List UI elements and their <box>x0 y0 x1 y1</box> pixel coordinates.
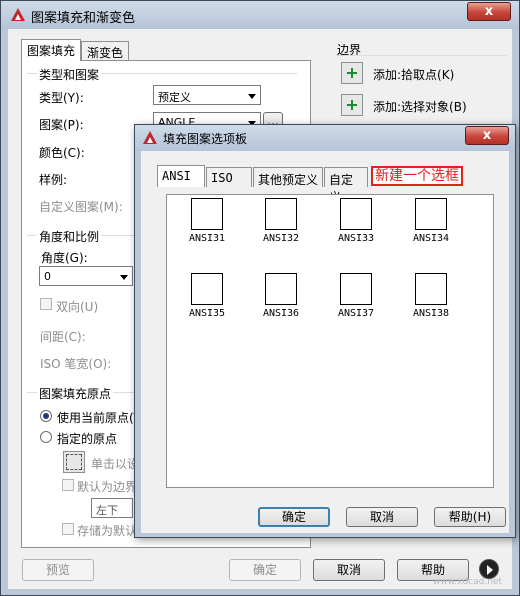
main-ok-button[interactable]: 确定 <box>229 559 301 581</box>
tab-custom[interactable]: 自定义 <box>324 167 368 204</box>
tab-other-predefined[interactable]: 其他预定义 <box>253 167 323 187</box>
set-origin-button[interactable] <box>63 451 85 473</box>
tab-gradient[interactable]: 渐变色 <box>81 41 130 61</box>
hatch-swatch <box>265 198 297 230</box>
pattern-name: ANSI34 <box>412 233 450 244</box>
pattern-name: ANSI33 <box>337 233 375 244</box>
pattern-name: ANSI37 <box>337 308 375 319</box>
double-checkbox[interactable] <box>40 298 52 310</box>
add-select-objects-button[interactable] <box>341 94 363 116</box>
watermark-text: www.xdcad.net <box>433 577 502 587</box>
add-pick-points-label: 添加:拾取点(K) <box>373 68 455 82</box>
plus-icon <box>347 68 357 78</box>
type-pattern-title: 类型和图案 <box>37 66 102 83</box>
pattern-name: ANSI35 <box>188 308 226 319</box>
angle-combo[interactable]: 0 <box>39 266 133 286</box>
main-title: 图案填充和渐变色 <box>31 11 136 26</box>
pattern-ansi36[interactable]: ANSI36 <box>251 273 311 319</box>
pattern-label: 图案(P): <box>39 118 84 132</box>
color-label: 颜色(C): <box>39 146 85 160</box>
pattern-ansi31[interactable]: ANSI31 <box>177 198 237 244</box>
double-label: 双向(U) <box>56 300 99 314</box>
hatch-swatch <box>340 198 372 230</box>
hatch-swatch <box>265 273 297 305</box>
more-options-icon[interactable] <box>479 559 499 579</box>
type-label: 类型(Y): <box>39 91 84 105</box>
tab-iso[interactable]: ISO <box>206 167 252 187</box>
custom-pattern-label: 自定义图案(M): <box>39 200 123 214</box>
plus-icon <box>347 100 357 110</box>
main-close-button[interactable]: x <box>467 2 511 21</box>
sample-label: 样例: <box>39 173 68 187</box>
palette-ok-button[interactable]: 确定 <box>258 507 330 527</box>
angle-scale-title: 角度和比例 <box>37 228 102 245</box>
hatch-swatch <box>415 198 447 230</box>
boundary-group <box>335 55 507 56</box>
tab-ansi[interactable]: ANSI <box>157 165 205 187</box>
iso-pen-label: ISO 笔宽(O): <box>40 357 112 371</box>
add-select-objects-label: 添加:选择对象(B) <box>373 100 467 114</box>
angle-value: 0 <box>44 270 51 283</box>
hatch-swatch <box>340 273 372 305</box>
pattern-name: ANSI32 <box>262 233 300 244</box>
hatch-swatch <box>415 273 447 305</box>
origin-title: 图案填充原点 <box>37 385 114 402</box>
add-pick-points-button[interactable] <box>341 62 363 84</box>
palette-title: 填充图案选项板 <box>163 132 248 146</box>
autocad-logo-icon <box>11 8 25 22</box>
palette-close-button[interactable]: x <box>465 126 509 145</box>
pattern-name: ANSI36 <box>262 308 300 319</box>
pattern-ansi37[interactable]: ANSI37 <box>326 273 386 319</box>
type-combo[interactable]: 预定义 <box>153 85 261 105</box>
pattern-ansi32[interactable]: ANSI32 <box>251 198 311 244</box>
hatch-swatch <box>191 273 223 305</box>
pattern-ansi34[interactable]: ANSI34 <box>401 198 461 244</box>
main-cancel-button[interactable]: 取消 <box>313 559 385 581</box>
pattern-ansi35[interactable]: ANSI35 <box>177 273 237 319</box>
new-tab-annotation: 新建一个选框 <box>371 166 463 186</box>
origin-position-value: 左下 <box>96 504 118 517</box>
chevron-down-icon <box>248 94 256 99</box>
default-boundary-checkbox[interactable] <box>62 479 74 491</box>
spacing-label: 间距(C): <box>40 330 86 344</box>
chevron-down-icon <box>120 275 128 280</box>
palette-help-button[interactable]: 帮助(H) <box>434 507 506 527</box>
specified-origin-radio[interactable] <box>40 431 52 443</box>
pattern-swatch-grid: ANSI31 ANSI32 ANSI33 ANSI34 ANSI35 ANSI3… <box>166 194 494 488</box>
hatch-swatch <box>191 198 223 230</box>
pattern-name: ANSI38 <box>412 308 450 319</box>
palette-titlebar[interactable]: 填充图案选项板 x <box>135 125 515 151</box>
pattern-ansi38[interactable]: ANSI38 <box>401 273 461 319</box>
preview-button[interactable]: 预览 <box>22 559 94 581</box>
pattern-ansi33[interactable]: ANSI33 <box>326 198 386 244</box>
origin-position-combo[interactable]: 左下 <box>91 498 133 518</box>
crosshair-icon <box>66 454 82 470</box>
store-default-checkbox[interactable] <box>62 523 74 535</box>
autocad-logo-icon <box>143 131 157 145</box>
specified-origin-label: 指定的原点 <box>57 432 118 446</box>
palette-cancel-button[interactable]: 取消 <box>346 507 418 527</box>
type-value: 预定义 <box>158 91 191 104</box>
use-current-origin-radio[interactable] <box>40 410 52 422</box>
pattern-name: ANSI31 <box>188 233 226 244</box>
use-current-origin-label: 使用当前原点(T) <box>57 411 146 425</box>
main-titlebar[interactable]: 图案填充和渐变色 x <box>1 1 519 29</box>
tab-hatch[interactable]: 图案填充 <box>21 39 82 61</box>
angle-label: 角度(G): <box>41 251 88 265</box>
